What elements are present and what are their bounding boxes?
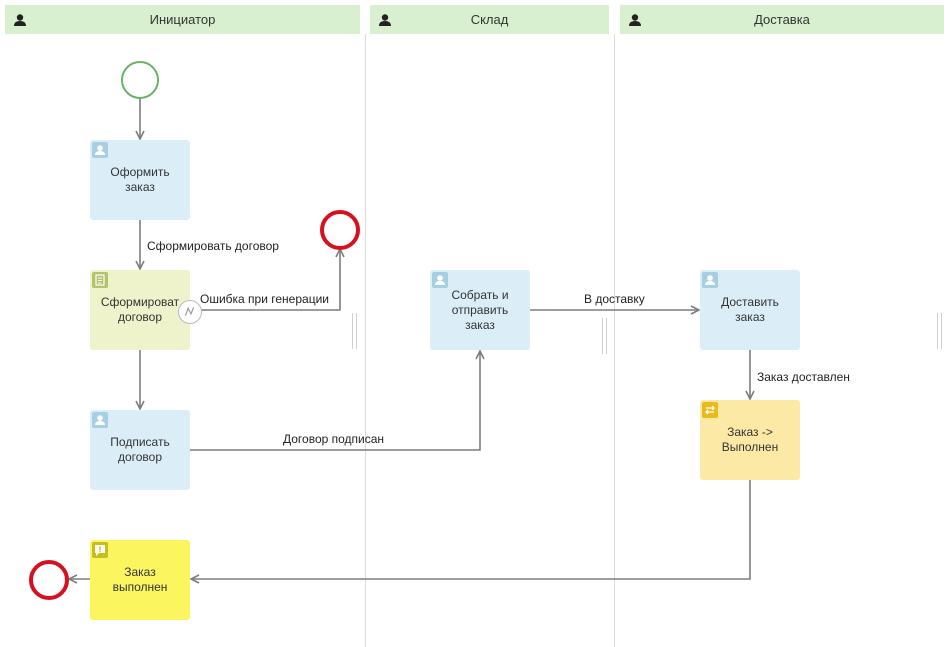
task-order-done-notify[interactable]: Заказ выполнен [90, 540, 190, 620]
task-assemble-ship[interactable]: Собрать и отправить заказ [430, 270, 530, 350]
edge-label-contract-signed: Договор подписан [283, 432, 385, 446]
user-icon [702, 272, 718, 288]
edge-label-gen-error: Ошибка при генерации [200, 292, 329, 306]
end-event-finish[interactable] [29, 560, 69, 600]
document-icon [92, 272, 108, 288]
user-icon [92, 412, 108, 428]
task-label: Заказ выполнен [112, 565, 168, 594]
task-label: Заказ -> Выполнен [721, 425, 779, 454]
task-make-order[interactable]: Оформить заказ [90, 140, 190, 220]
edge-status-to-notify[interactable] [191, 480, 751, 579]
task-sign-contract[interactable]: Подписать договор [90, 410, 190, 490]
task-label: Подписать договор [110, 435, 170, 464]
task-label: Оформить заказ [110, 165, 170, 194]
end-event-error[interactable] [320, 210, 360, 250]
edge-label-to-delivery: В доставку [584, 292, 645, 306]
task-label: Доставить заказ [721, 295, 779, 324]
start-event[interactable] [121, 61, 159, 99]
user-icon [92, 142, 108, 158]
user-icon [432, 272, 448, 288]
task-deliver-order[interactable]: Доставить заказ [700, 270, 800, 350]
notification-icon [92, 542, 108, 558]
task-generate-contract[interactable]: Сформироват договор [90, 270, 190, 350]
task-label: Собрать и отправить заказ [451, 287, 509, 332]
edge-label-delivered: Заказ доставлен [757, 370, 850, 384]
error-boundary-icon[interactable] [178, 300, 202, 324]
edge-label-form-contract: Сформировать договор [147, 239, 279, 253]
task-status-done[interactable]: Заказ -> Выполнен [700, 400, 800, 480]
task-label: Сформироват договор [100, 295, 180, 324]
status-change-icon [702, 402, 718, 418]
